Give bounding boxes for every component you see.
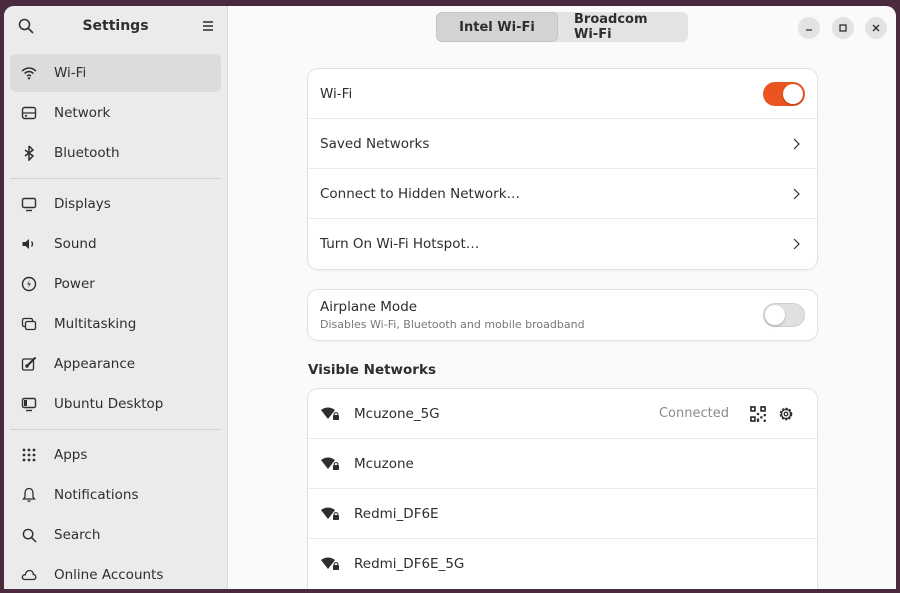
network-name: Mcuzone [354, 455, 414, 472]
cloud-icon [20, 566, 38, 584]
sidebar-item-label: Multitasking [54, 316, 137, 332]
airplane-mode-card: Airplane Mode Disables Wi-Fi, Bluetooth … [308, 290, 817, 340]
power-icon [20, 275, 38, 293]
display-icon [20, 195, 38, 213]
main-panel: Intel Wi-Fi Broadcom Wi-Fi Wi-Fi Saved N… [228, 6, 896, 589]
settings-window: Settings Wi-Fi Network Bluetooth Display… [4, 6, 896, 589]
sidebar-header: Settings [4, 6, 227, 48]
connection-status: Connected [658, 406, 729, 421]
header-bar: Intel Wi-Fi Broadcom Wi-Fi [228, 6, 896, 48]
hidden-network-label: Connect to Hidden Network… [320, 185, 521, 202]
apps-grid-icon [20, 446, 38, 464]
saved-networks-label: Saved Networks [320, 135, 430, 152]
airplane-mode-description: Disables Wi-Fi, Bluetooth and mobile bro… [320, 318, 585, 331]
sidebar-item-search[interactable]: Search [10, 516, 221, 554]
maximize-button[interactable] [832, 17, 854, 39]
maximize-icon [839, 24, 847, 32]
chevron-right-icon [793, 138, 800, 149]
tab-intel-wifi[interactable]: Intel Wi-Fi [436, 12, 558, 42]
wifi-secure-icon [321, 407, 339, 420]
hamburger-menu-icon[interactable] [201, 19, 215, 33]
sidebar-item-notifications[interactable]: Notifications [10, 476, 221, 514]
network-name: Mcuzone_5G [354, 405, 440, 422]
bluetooth-icon [20, 144, 38, 162]
airplane-mode-row: Airplane Mode Disables Wi-Fi, Bluetooth … [308, 290, 817, 340]
wifi-toggle[interactable] [763, 81, 805, 106]
sidebar-item-label: Sound [54, 236, 97, 252]
sidebar: Settings Wi-Fi Network Bluetooth Display… [4, 6, 228, 589]
sidebar-item-label: Online Accounts [54, 567, 164, 583]
sidebar-item-label: Network [54, 105, 111, 121]
chevron-right-icon [793, 238, 800, 250]
hotspot-label: Turn On Wi-Fi Hotspot… [320, 236, 480, 252]
sound-icon [20, 235, 38, 253]
airplane-mode-toggle[interactable] [763, 303, 805, 327]
sidebar-item-label: Ubuntu Desktop [54, 396, 164, 412]
network-row[interactable]: Redmi_DF6E [308, 489, 817, 539]
tab-broadcom-wifi[interactable]: Broadcom Wi-Fi [558, 12, 688, 42]
wifi-label: Wi-Fi [320, 85, 353, 102]
sidebar-item-wifi[interactable]: Wi-Fi [10, 54, 221, 92]
visible-networks-title: Visible Networks [308, 362, 436, 378]
sidebar-item-sound[interactable]: Sound [10, 225, 221, 263]
bell-icon [20, 486, 38, 504]
network-name: Redmi_DF6E [354, 505, 439, 522]
sidebar-item-label: Wi-Fi [54, 65, 87, 81]
sidebar-item-multitasking[interactable]: Multitasking [10, 305, 221, 343]
sidebar-separator [10, 429, 221, 430]
airplane-mode-label: Airplane Mode [320, 299, 418, 315]
sidebar-item-label: Appearance [54, 356, 136, 372]
sidebar-separator [10, 178, 221, 179]
sidebar-item-label: Search [54, 527, 101, 543]
wifi-icon [20, 64, 38, 82]
chevron-right-icon [793, 188, 800, 199]
hotspot-row[interactable]: Turn On Wi-Fi Hotspot… [308, 219, 817, 269]
sidebar-item-appearance[interactable]: Appearance [10, 345, 221, 383]
network-row[interactable]: Redmi_DF6E_5G [308, 539, 817, 589]
visible-networks-list: Mcuzone_5G Connected Mcuzone Redmi_DF6E … [308, 389, 817, 589]
minimize-button[interactable] [798, 17, 820, 39]
sidebar-title: Settings [82, 18, 149, 34]
saved-networks-row[interactable]: Saved Networks [308, 119, 817, 169]
close-button[interactable] [865, 17, 887, 39]
sidebar-item-label: Bluetooth [54, 145, 120, 161]
network-icon [20, 104, 38, 122]
sidebar-item-power[interactable]: Power [10, 265, 221, 303]
gear-icon[interactable] [777, 405, 795, 423]
search-icon [20, 526, 38, 544]
sidebar-list: Wi-Fi Network Bluetooth Displays Sound P… [4, 48, 227, 589]
sidebar-item-label: Power [54, 276, 95, 292]
qr-code-icon[interactable] [749, 405, 767, 423]
airplane-mode-text: Airplane Mode Disables Wi-Fi, Bluetooth … [320, 299, 763, 331]
adapter-switcher: Intel Wi-Fi Broadcom Wi-Fi [436, 12, 688, 42]
sidebar-item-bluetooth[interactable]: Bluetooth [10, 134, 221, 172]
sidebar-item-label: Apps [54, 447, 88, 463]
sidebar-item-online-accounts[interactable]: Online Accounts [10, 556, 221, 589]
close-icon [872, 24, 880, 32]
multitasking-icon [20, 315, 38, 333]
network-name: Redmi_DF6E_5G [354, 556, 465, 572]
wifi-secure-icon [321, 557, 339, 570]
network-row[interactable]: Mcuzone_5G Connected [308, 389, 817, 439]
sidebar-item-displays[interactable]: Displays [10, 185, 221, 223]
toggle-knob [765, 305, 785, 325]
wifi-settings-card: Wi-Fi Saved Networks Connect to Hidden N… [308, 69, 817, 269]
ubuntu-desktop-icon [20, 395, 38, 413]
toggle-knob [783, 83, 803, 104]
appearance-icon [20, 355, 38, 373]
sidebar-item-label: Displays [54, 196, 111, 212]
minimize-icon [806, 29, 812, 31]
wifi-secure-icon [321, 457, 339, 470]
sidebar-item-network[interactable]: Network [10, 94, 221, 132]
sidebar-item-label: Notifications [54, 487, 139, 503]
sidebar-item-ubuntu-desktop[interactable]: Ubuntu Desktop [10, 385, 221, 423]
sidebar-item-apps[interactable]: Apps [10, 436, 221, 474]
hidden-network-row[interactable]: Connect to Hidden Network… [308, 169, 817, 219]
wifi-secure-icon [321, 507, 339, 520]
wifi-toggle-row: Wi-Fi [308, 69, 817, 119]
network-row[interactable]: Mcuzone [308, 439, 817, 489]
